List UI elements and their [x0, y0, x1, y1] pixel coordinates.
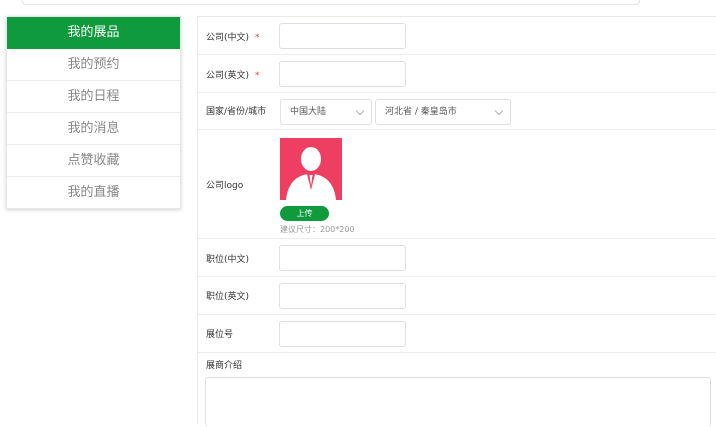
- sidebar-item-my-messages[interactable]: 我的消息: [7, 113, 180, 145]
- form-row-position-en: 职位(英文): [198, 277, 716, 315]
- location-label: 国家/省份/城市: [206, 107, 267, 117]
- chevron-down-icon: [355, 106, 365, 116]
- sidebar-item-my-live[interactable]: 我的直播: [7, 177, 180, 209]
- browser-top-bar: [22, 0, 640, 5]
- position-cn-label: 职位(中文): [206, 255, 250, 265]
- form-row-position-cn: 职位(中文): [198, 239, 716, 277]
- company-cn-input[interactable]: [279, 23, 406, 49]
- logo-avatar-icon[interactable]: [280, 138, 342, 200]
- required-mark: *: [255, 33, 260, 43]
- logo-size-hint: 建议尺寸：200*200: [280, 225, 355, 234]
- form-row-location: 国家/省份/城市 中国大陆 河北省 / 秦皇岛市: [198, 93, 716, 130]
- country-select[interactable]: 中国大陆: [280, 99, 372, 125]
- company-en-label: 公司(英文) *: [206, 71, 260, 81]
- sidebar-item-my-exhibits[interactable]: 我的展品: [7, 17, 180, 49]
- chevron-down-icon: [494, 106, 504, 116]
- form-row-company-en: 公司(英文) *: [198, 55, 716, 93]
- province-city-select[interactable]: 河北省 / 秦皇岛市: [375, 99, 511, 125]
- form-row-company-cn: 公司(中文) *: [198, 17, 716, 55]
- form-row-booth: 展位号: [198, 315, 716, 353]
- sidebar-item-my-schedule[interactable]: 我的日程: [7, 81, 180, 113]
- province-city-select-value: 河北省 / 秦皇岛市: [385, 107, 457, 117]
- upload-button[interactable]: 上传: [280, 206, 329, 221]
- company-en-input[interactable]: [279, 61, 406, 87]
- profile-form: 公司(中文) * 公司(英文) * 国家/省份/城市 中国大陆 河北省 / 秦皇岛市…: [197, 16, 716, 427]
- position-cn-input[interactable]: [279, 245, 406, 271]
- sidebar-item-my-appointments[interactable]: 我的预约: [7, 49, 180, 81]
- booth-input[interactable]: [279, 321, 406, 347]
- sidebar-menu: 我的展品 我的预约 我的日程 我的消息 点赞收藏 我的直播: [6, 16, 181, 209]
- company-cn-label: 公司(中文) *: [206, 33, 260, 43]
- form-row-logo: 公司logo: [198, 130, 716, 239]
- intro-label: 展商介绍: [206, 361, 243, 371]
- position-en-label: 职位(英文): [206, 292, 250, 302]
- required-mark: *: [255, 71, 260, 81]
- position-en-input[interactable]: [279, 283, 406, 309]
- intro-textarea[interactable]: [205, 377, 711, 427]
- sidebar-item-likes-favorites[interactable]: 点赞收藏: [7, 145, 180, 177]
- booth-label: 展位号: [206, 330, 234, 340]
- country-select-value: 中国大陆: [290, 107, 327, 117]
- logo-label: 公司logo: [206, 181, 244, 191]
